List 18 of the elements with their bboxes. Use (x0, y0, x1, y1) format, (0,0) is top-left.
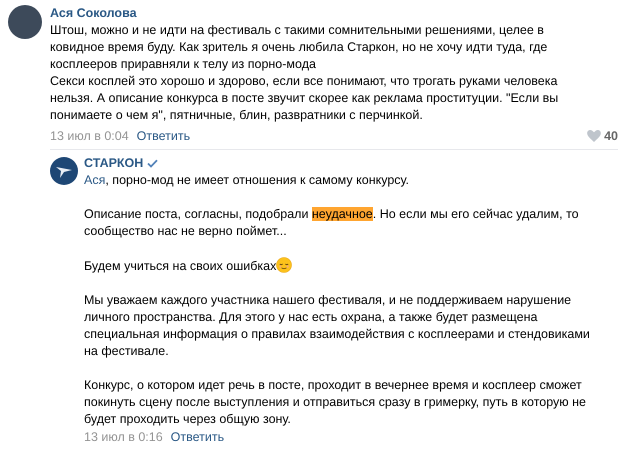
author-name[interactable]: Ася Соколова (50, 5, 618, 22)
highlighted-word: неудачное (312, 207, 373, 221)
reply-paragraph: Ася, порно-мод не имеет отношения к самому конкурсу. (84, 172, 410, 189)
reply-paragraph: Будем учиться на своих ошибках (84, 257, 592, 275)
mention-link[interactable]: Ася (84, 173, 106, 187)
reply-paragraph: Мы уважаем каждого участника нашего фестиваля, и не поддерживаем нарушение личного пространства. Для этого у нас есть охрана, а также будет размещена специальная информация о правилах взаимодействия с косплеерами и стендовиками на фестивале. (84, 292, 591, 360)
comment-text: Штош, можно и не идти на фестиваль с такими сомнительными решениями, целее в ковидное время буду. Как зритель я очень любила Старкон, но не хочу идти туда, где косплееров приравняли к телу из порно-мода (50, 22, 548, 73)
like-count: 40 (604, 128, 618, 144)
comment-text: Секси косплей это хорошо и здорово, если все понимают, что трогать руками человека нельзя. А описание конкурса в посте звучит скорее как реклама проституции. "Если вы понимаете о чем я", пятничные, блин, развратники с перчинкой. (50, 73, 560, 124)
logo-avatar[interactable] (50, 157, 78, 185)
reply-paragraph: Конкурс, о котором идет речь в посте, проходит в вечернее время и косплеер сможет покинуть сцену после выступления и отправиться сразу в гримерку, путь в которую не будет проходить через общую зону. (84, 377, 588, 428)
author-name[interactable]: СТАРКОН (84, 155, 144, 172)
comment-date: 13 июл в 0:04 (50, 128, 129, 144)
reply-link[interactable]: Ответить (136, 128, 190, 144)
reply-link[interactable]: Ответить (170, 429, 224, 446)
avatar[interactable] (8, 5, 42, 39)
comment-date: 13 июл в 0:16 (84, 429, 163, 446)
reply-paragraph: Описание поста, согласны, подобрали неудачное. Но если мы его сейчас удалим, то сообщество нас не верно поймет... (84, 206, 580, 240)
